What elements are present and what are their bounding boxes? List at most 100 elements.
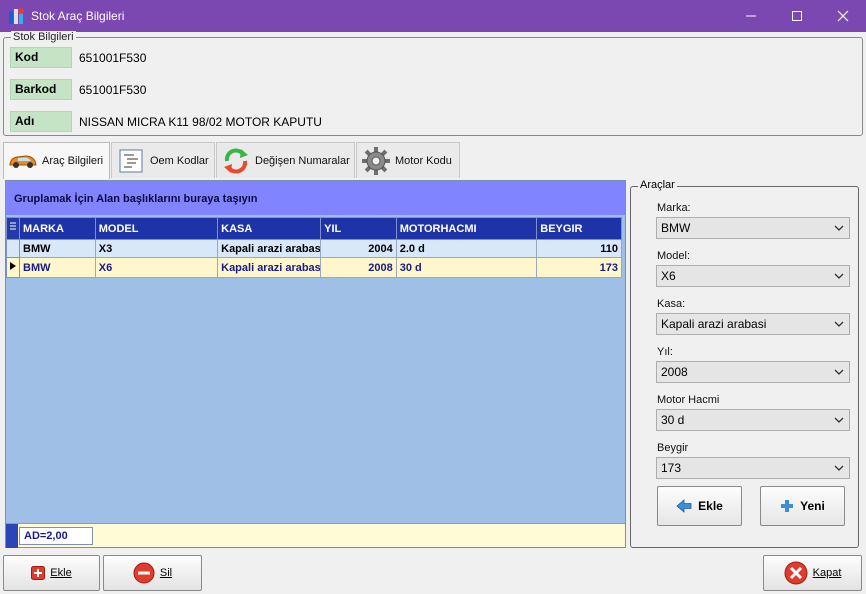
motor-hacmi-select-value: 30 d <box>661 413 685 427</box>
row-indicator[interactable] <box>6 257 20 278</box>
column-marka[interactable]: MARKA <box>19 217 96 240</box>
tab-arac-bilgileri-label: Araç Bilgileri <box>42 155 104 167</box>
cell-model[interactable]: X3 <box>94 239 219 258</box>
chevron-down-icon <box>834 321 844 327</box>
ekle-button-label: Ekle <box>50 567 72 579</box>
stok-bilgileri-legend: Stok Bilgileri <box>11 31 76 43</box>
adi-value: NISSAN MICRA K11 98/02 MOTOR KAPUTU <box>79 115 322 129</box>
cell-kasa[interactable]: Kapali arazi arabası <box>217 257 322 278</box>
kasa-select[interactable]: Kapali arazi arabasi <box>656 313 850 335</box>
column-kasa[interactable]: KASA <box>217 217 322 240</box>
cell-yil[interactable]: 2008 <box>320 257 397 278</box>
current-row-arrow-icon <box>10 262 16 270</box>
kapat-button[interactable]: Kapat <box>763 555 862 591</box>
tab-oem-kodlar[interactable]: Oem Kodlar <box>111 142 215 178</box>
tab-motor-kodu[interactable]: Motor Kodu <box>356 142 460 178</box>
table-row[interactable]: BMW X3 Kapali arazi arabası 2004 2.0 d 1… <box>6 239 622 258</box>
chevron-down-icon <box>834 465 844 471</box>
cell-motorhacmi[interactable]: 30 d <box>395 257 538 278</box>
bottom-toolbar: Ekle Sil Kapat <box>0 551 866 594</box>
minimize-icon <box>746 15 756 17</box>
kapat-button-label: Kapat <box>812 567 842 579</box>
arac-yeni-button[interactable]: Yeni <box>760 486 845 526</box>
delete-icon <box>133 562 155 584</box>
column-beygir[interactable]: BEYGIR <box>536 217 622 240</box>
yil-select-value: 2008 <box>661 365 688 379</box>
motor-hacmi-label: Motor Hacmi <box>657 394 720 406</box>
cell-yil[interactable]: 2004 <box>320 239 397 258</box>
beygir-select[interactable]: 173 <box>656 457 850 479</box>
arac-yeni-label: Yeni <box>800 499 825 513</box>
model-select-value: X6 <box>661 269 676 283</box>
cell-marka[interactable]: BMW <box>19 257 96 278</box>
title-bar: Stok Araç Bilgileri <box>0 0 866 32</box>
tab-oem-kodlar-label: Oem Kodlar <box>150 154 209 167</box>
cell-beygir[interactable]: 173 <box>536 257 622 278</box>
cell-marka[interactable]: BMW <box>19 239 96 258</box>
arac-ekle-button[interactable]: Ekle <box>657 486 742 526</box>
vehicle-grid[interactable]: MARKA MODEL KASA YIL MOTORHACMI BEYGIR B… <box>6 217 622 278</box>
maximize-button[interactable] <box>774 0 820 32</box>
arac-ekle-label: Ekle <box>698 499 723 513</box>
app-icon <box>9 8 24 24</box>
column-motorhacmi[interactable]: MOTORHACMI <box>395 217 538 240</box>
cell-beygir[interactable]: 110 <box>536 239 622 258</box>
refresh-arrows-icon <box>221 146 251 176</box>
marka-label: Marka: <box>657 202 691 214</box>
window-title: Stok Araç Bilgileri <box>31 9 125 23</box>
list-tree-icon <box>116 146 146 176</box>
motor-hacmi-select[interactable]: 30 d <box>656 409 850 431</box>
car-icon <box>8 146 38 176</box>
kod-label: Kod <box>10 47 72 68</box>
araclar-group: Araçlar Marka: BMW Model: X6 Kasa: Kapal… <box>630 179 859 548</box>
close-window-button[interactable] <box>820 0 866 32</box>
model-label: Model: <box>657 250 691 262</box>
model-select[interactable]: X6 <box>656 265 850 287</box>
table-row[interactable]: BMW X6 Kapali arazi arabası 2008 30 d 17… <box>6 257 622 278</box>
cell-model[interactable]: X6 <box>94 257 219 278</box>
marka-select[interactable]: BMW <box>656 217 850 239</box>
chevron-down-icon <box>834 417 844 423</box>
column-model[interactable]: MODEL <box>94 217 219 240</box>
cell-motorhacmi[interactable]: 2.0 d <box>395 239 538 258</box>
beygir-select-value: 173 <box>661 461 682 475</box>
grid-footer: AD=2,00 <box>6 523 625 548</box>
cell-kasa[interactable]: Kapali arazi arabası <box>217 239 322 258</box>
column-chooser-icon <box>10 222 16 230</box>
beygir-label: Beygir <box>657 442 689 454</box>
vehicle-grid-panel: Gruplamak İçin Alan başlıklarını buraya … <box>5 180 626 548</box>
minimize-button[interactable] <box>728 0 774 32</box>
chevron-down-icon <box>834 273 844 279</box>
kasa-select-value: Kapali arazi arabasi <box>661 317 767 331</box>
tab-strip: Araç Bilgileri Oem Kodlar Değişen Numara… <box>3 142 863 179</box>
summary-count: AD=2,00 <box>19 527 93 545</box>
yil-label: Yıl: <box>657 346 673 358</box>
chevron-down-icon <box>834 369 844 375</box>
tab-motor-kodu-label: Motor Kodu <box>395 154 452 167</box>
group-by-panel[interactable]: Gruplamak İçin Alan başlıklarını buraya … <box>6 181 625 215</box>
close-circle-icon <box>784 561 808 585</box>
sil-button[interactable]: Sil <box>103 555 202 591</box>
plus-icon <box>780 499 794 513</box>
tab-degisen-numaralar-label: Değişen Numaralar <box>255 154 350 167</box>
kod-value: 651001F530 <box>79 51 147 65</box>
ekle-button[interactable]: Ekle <box>3 555 100 591</box>
add-icon <box>31 566 46 580</box>
araclar-legend: Araçlar <box>638 179 677 191</box>
gear-icon <box>361 146 391 176</box>
barkod-value: 651001F530 <box>79 83 147 97</box>
chevron-down-icon <box>834 225 844 231</box>
column-yil[interactable]: YIL <box>320 217 397 240</box>
footer-indicator <box>6 524 18 548</box>
row-indicator[interactable] <box>6 239 20 258</box>
arrow-left-icon <box>676 499 692 513</box>
tab-degisen-numaralar[interactable]: Değişen Numaralar <box>216 142 355 178</box>
close-icon <box>837 10 849 22</box>
adi-label: Adı <box>10 111 72 132</box>
tab-arac-bilgileri[interactable]: Araç Bilgileri <box>3 142 110 179</box>
yil-select[interactable]: 2008 <box>656 361 850 383</box>
stok-bilgileri-group: Stok Bilgileri Kod 651001F530 Barkod 651… <box>3 31 863 136</box>
grid-header-indicator[interactable] <box>6 217 20 240</box>
marka-select-value: BMW <box>661 221 691 235</box>
sil-button-label: Sil <box>159 567 173 579</box>
